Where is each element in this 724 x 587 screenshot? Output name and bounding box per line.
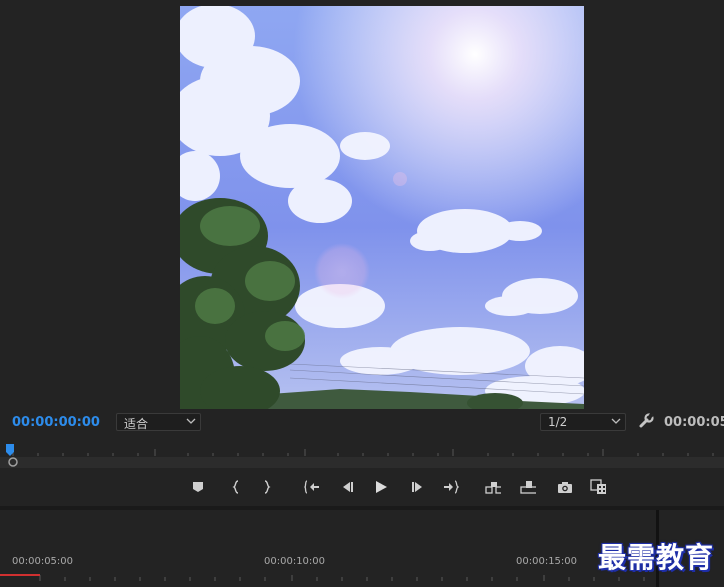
program-monitor [0,0,724,409]
work-area-bar[interactable] [0,574,40,576]
go-to-out-button[interactable] [443,479,459,495]
step-forward-icon [412,482,422,492]
transport-controls [0,474,724,500]
play-icon [376,481,387,493]
timeline-time-label: 00:00:05:00 [12,556,74,567]
zoom-level-value: 适合 [124,417,149,431]
monitor-info-bar: 00:00:00:00 适合 1/2 00:00:05: [0,410,724,436]
mark-out-icon [264,480,271,494]
ruler-ticks [12,449,714,456]
go-to-in-icon [304,480,319,494]
playback-resolution-select[interactable]: 1/2 [540,413,626,431]
mark-in-icon [232,480,239,494]
current-timecode[interactable]: 00:00:00:00 [12,415,100,430]
chevron-down-icon [611,418,621,424]
step-forward-button[interactable] [410,479,426,495]
mark-out-button[interactable] [259,479,275,495]
go-to-out-icon [444,480,459,494]
chevron-down-icon [186,418,196,424]
sky-image [180,6,584,409]
play-button[interactable] [373,479,389,495]
mark-in-button[interactable] [228,479,244,495]
step-back-icon [343,482,353,492]
insert-icon [485,482,501,494]
duration-timecode: 00:00:05: [664,415,724,430]
marker-icon [193,482,203,492]
watermark-logo: 最需教育 [598,541,715,574]
add-marker-button[interactable] [190,479,206,495]
timeline-time-label: 00:00:10:00 [264,556,326,567]
comparison-view-button[interactable] [590,479,606,495]
export-frame-button[interactable] [557,479,573,495]
compare-icon [590,479,606,494]
overwrite-button[interactable] [520,479,536,495]
zoom-scrollbar[interactable] [0,457,724,468]
camera-icon [558,482,572,493]
timeline-time-label: 00:00:15:00 [516,556,578,567]
video-frame [180,6,584,409]
scrollbar-handle[interactable] [7,456,19,468]
playback-resolution-value: 1/2 [548,415,568,429]
time-ruler[interactable] [0,440,724,470]
wrench-icon[interactable] [638,413,654,429]
zoom-level-select[interactable]: 适合 [116,413,201,431]
playhead-marker[interactable] [6,444,14,456]
step-back-button[interactable] [339,479,355,495]
go-to-in-button[interactable] [304,479,320,495]
insert-button[interactable] [485,479,501,495]
overwrite-icon [520,481,536,494]
